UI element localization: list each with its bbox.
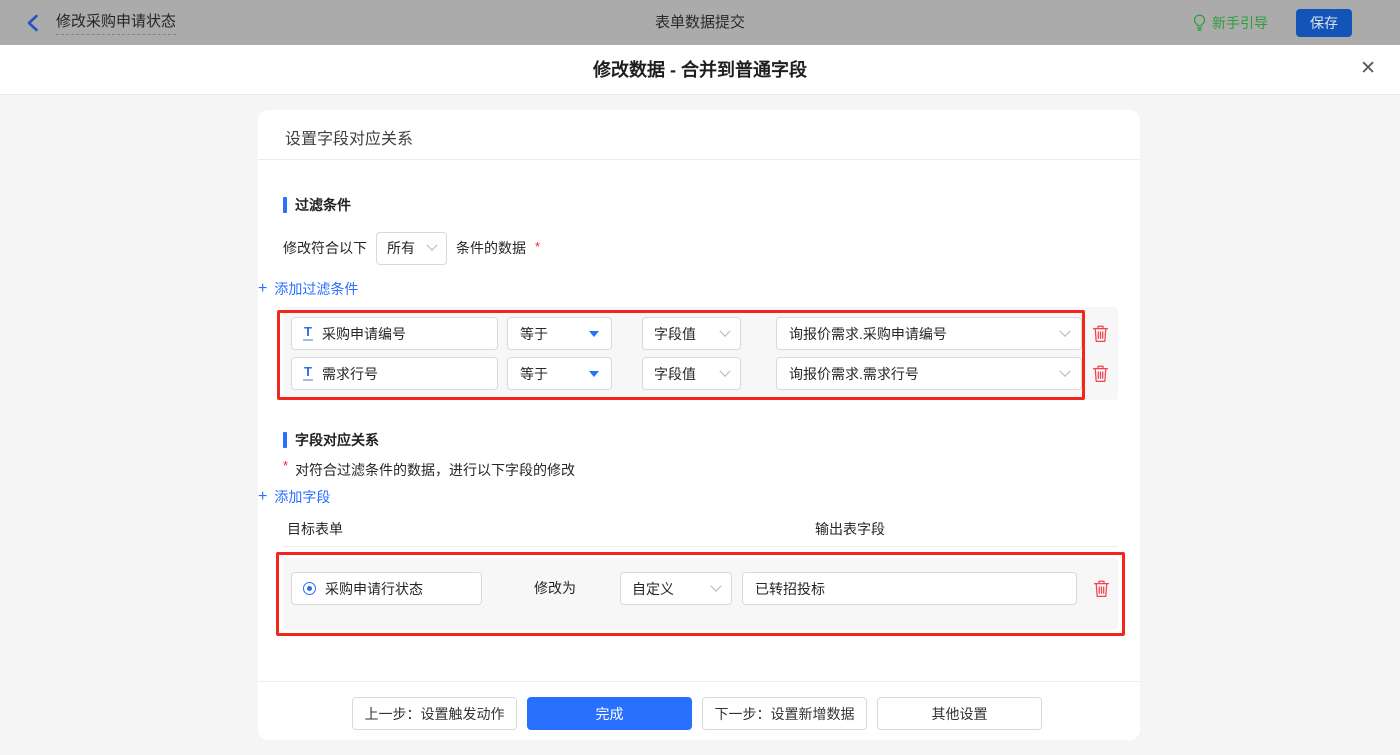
- value-field-value: 询报价需求.采购申请编号: [789, 325, 947, 342]
- filter-rows-panel: T 采购申请编号 等于 字段值 询报价需求.采购申请编号 T 需求行号 等于 字…: [283, 307, 1118, 400]
- chevron-down-icon: [1059, 325, 1071, 337]
- value-field-select[interactable]: 询报价需求.采购申请编号: [776, 317, 1082, 350]
- modify-to-label: 修改为: [534, 580, 576, 596]
- filter-section-title: 过滤条件: [283, 195, 351, 215]
- section-marker: [283, 432, 287, 448]
- modal-body: 设置字段对应关系 过滤条件 修改符合以下 所有 条件的数据 * + 添加过滤条件: [0, 96, 1400, 755]
- plus-icon: +: [258, 280, 268, 297]
- value-mode-select[interactable]: 自定义: [620, 572, 732, 605]
- card-header: 设置字段对应关系: [258, 110, 1140, 160]
- topbar-right: 新手引导 保存: [1193, 0, 1352, 45]
- lightbulb-icon: [1193, 14, 1206, 31]
- column-header-divider: [283, 546, 1118, 547]
- filter-row: T 需求行号 等于 字段值 询报价需求.需求行号: [283, 357, 1118, 390]
- required-asterisk: *: [535, 238, 541, 254]
- value-type-select[interactable]: 字段值: [642, 317, 741, 350]
- match-condition-row: 修改符合以下 所有 条件的数据 *: [283, 231, 540, 265]
- mapping-row: 采购申请行状态 修改为 自定义 已转招投标: [283, 572, 1118, 605]
- custom-value-text: 已转招投标: [755, 580, 825, 597]
- modal-header: 修改数据 - 合并到普通字段 ✕: [0, 45, 1400, 95]
- footer-divider: [258, 681, 1140, 682]
- filter-field-value: 采购申请编号: [321, 325, 406, 342]
- value-mode-value: 自定义: [632, 580, 674, 597]
- operator-select[interactable]: 等于: [507, 317, 612, 350]
- settings-card: 设置字段对应关系 过滤条件 修改符合以下 所有 条件的数据 * + 添加过滤条件: [258, 110, 1140, 740]
- add-field-link[interactable]: + 添加字段: [258, 487, 330, 507]
- other-settings-button[interactable]: 其他设置: [877, 697, 1042, 730]
- filter-section-title-label: 过滤条件: [295, 197, 351, 213]
- topbar-center-title: 表单数据提交: [654, 14, 745, 31]
- operator-value: 等于: [520, 325, 548, 342]
- add-filter-condition-label: 添加过滤条件: [274, 281, 359, 297]
- mapping-section-title-label: 字段对应关系: [295, 432, 379, 448]
- add-field-label: 添加字段: [274, 489, 331, 505]
- add-filter-condition-link[interactable]: + 添加过滤条件: [258, 279, 358, 299]
- text-field-icon: T: [303, 324, 313, 341]
- delete-row-button[interactable]: [1092, 364, 1110, 383]
- prev-step-button[interactable]: 上一步：设置触发动作: [352, 697, 517, 730]
- mapping-note: * 对符合过滤条件的数据，进行以下字段的修改: [283, 458, 576, 480]
- custom-value-input[interactable]: 已转招投标: [742, 572, 1077, 605]
- topbar: 修改采购申请状态 表单数据提交 新手引导 保存: [0, 0, 1400, 45]
- trash-icon: [1092, 365, 1109, 383]
- match-mode-select[interactable]: 所有: [376, 231, 447, 265]
- trash-icon: [1093, 580, 1110, 598]
- required-asterisk: *: [283, 458, 289, 473]
- delete-row-button[interactable]: [1092, 324, 1110, 343]
- filter-row: T 采购申请编号 等于 字段值 询报价需求.采购申请编号: [283, 317, 1118, 350]
- value-type-value: 字段值: [654, 365, 696, 382]
- section-marker: [283, 197, 287, 213]
- filter-field-input[interactable]: T 需求行号: [291, 357, 498, 390]
- triangle-down-icon: [589, 330, 599, 337]
- next-step-button[interactable]: 下一步：设置新增数据: [702, 697, 867, 730]
- close-icon[interactable]: ✕: [1360, 58, 1376, 80]
- operator-value: 等于: [520, 365, 548, 382]
- chevron-down-icon: [719, 325, 731, 337]
- operator-select[interactable]: 等于: [507, 357, 612, 390]
- value-field-value: 询报价需求.需求行号: [789, 365, 919, 382]
- match-prefix-label: 修改符合以下: [283, 240, 367, 256]
- mapping-note-text: 对符合过滤条件的数据，进行以下字段的修改: [295, 462, 576, 478]
- radio-field-icon: [303, 582, 316, 595]
- beginner-guide-link[interactable]: 新手引导: [1193, 13, 1268, 33]
- filter-field-value: 需求行号: [321, 365, 378, 382]
- back-button[interactable]: [26, 14, 39, 32]
- chevron-left-icon: [27, 14, 38, 31]
- workflow-title[interactable]: 修改采购申请状态: [56, 10, 177, 35]
- mapping-section-title: 字段对应关系: [283, 430, 379, 450]
- value-type-select[interactable]: 字段值: [642, 357, 741, 390]
- filter-field-input[interactable]: T 采购申请编号: [291, 317, 498, 350]
- trash-icon: [1092, 325, 1109, 343]
- target-field-value: 采购申请行状态: [325, 580, 423, 597]
- target-field-input[interactable]: 采购申请行状态: [291, 572, 482, 605]
- topbar-left: 修改采购申请状态: [26, 0, 177, 45]
- card-header-title: 设置字段对应关系: [285, 131, 414, 148]
- modal-title: 修改数据 - 合并到普通字段: [593, 60, 807, 80]
- chevron-down-icon: [710, 580, 722, 592]
- triangle-down-icon: [589, 370, 599, 377]
- match-suffix-label: 条件的数据: [456, 240, 526, 256]
- chevron-down-icon: [426, 239, 438, 251]
- chevron-down-icon: [719, 365, 731, 377]
- delete-row-button[interactable]: [1093, 579, 1111, 598]
- output-field-column-header: 输出表字段: [815, 521, 885, 537]
- done-button[interactable]: 完成: [527, 697, 692, 730]
- value-type-value: 字段值: [654, 325, 696, 342]
- radio-dot: [307, 586, 312, 591]
- match-mode-value: 所有: [387, 240, 415, 256]
- target-form-column-header: 目标表单: [287, 521, 343, 537]
- plus-icon: +: [258, 488, 268, 505]
- beginner-guide-label: 新手引导: [1212, 14, 1268, 31]
- text-field-icon: T: [303, 364, 313, 381]
- chevron-down-icon: [1059, 365, 1071, 377]
- value-field-select[interactable]: 询报价需求.需求行号: [776, 357, 1082, 390]
- mapping-rows-panel: 采购申请行状态 修改为 自定义 已转招投标: [283, 558, 1118, 630]
- save-button[interactable]: 保存: [1296, 8, 1352, 37]
